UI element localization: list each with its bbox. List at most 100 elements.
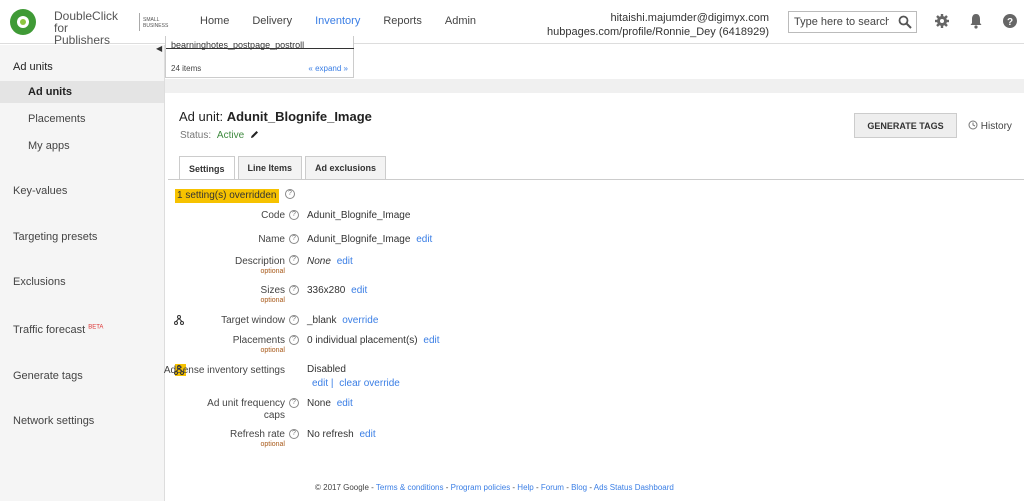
pencil-icon[interactable] [250, 130, 259, 139]
footer: © 2017 Google - Terms & conditions - Pro… [315, 483, 674, 492]
adsense-value: Disabled [307, 364, 346, 375]
nav-delivery[interactable]: Delivery [252, 15, 292, 27]
adsense-actions: edit | clear override [312, 378, 400, 389]
description-value: None [307, 256, 331, 267]
target-window-value: _blank [307, 315, 337, 326]
svg-text:?: ? [1007, 17, 1013, 28]
inheritance-icon [174, 315, 184, 325]
account-info[interactable]: hitaishi.majumder@digimyx.com hubpages.c… [547, 11, 769, 39]
freq-caps-label-line1: Ad unit frequency [207, 398, 285, 409]
footer-link-program-policies[interactable]: Program policies [451, 483, 511, 492]
ad-unit-name: Adunit_Blognife_Image [226, 109, 372, 124]
sizes-edit-link[interactable]: edit [351, 285, 367, 296]
section-divider [165, 79, 1024, 93]
beta-badge: BETA [88, 324, 104, 331]
nav-reports[interactable]: Reports [383, 15, 422, 27]
tab-settings[interactable]: Settings [179, 156, 235, 180]
collapse-sidebar-icon[interactable]: ◀ [156, 44, 162, 53]
logo-subtitle: SMALL BUSINESS [143, 17, 169, 29]
refresh-rate-edit-link[interactable]: edit [359, 429, 375, 440]
tab-baseline [168, 179, 1024, 180]
sidebar: Ad units Ad units Placements My apps Key… [0, 45, 165, 501]
refresh-rate-value: No refresh [307, 429, 354, 440]
tab-bar: Settings Line Items Ad exclusions [179, 156, 389, 180]
tab-line-items[interactable]: Line Items [237, 156, 303, 179]
help-icon[interactable]: ? [289, 255, 299, 265]
top-bar: DoubleClick for Publishers SMALL BUSINES… [0, 0, 1024, 46]
footer-link-help[interactable]: Help [517, 483, 533, 492]
name-label: Name [258, 234, 285, 245]
sidebar-item-ad-units[interactable]: Ad units [0, 81, 164, 103]
sizes-optional: optional [260, 297, 285, 304]
sizes-value: 336x280 [307, 285, 346, 296]
sidebar-item-exclusions[interactable]: Exclusions [0, 276, 164, 288]
sidebar-item-network-settings[interactable]: Network settings [0, 415, 164, 427]
logo-separator [139, 13, 140, 31]
help-icon[interactable]: ? [289, 285, 299, 295]
placements-label: Placements [232, 335, 285, 346]
freq-caps-field: None edit [307, 398, 353, 409]
search-icon[interactable] [898, 15, 912, 29]
placements-field: 0 individual placement(s) edit [307, 335, 440, 346]
sidebar-section-ad-units[interactable]: Ad units [0, 61, 164, 75]
name-edit-link[interactable]: edit [416, 234, 432, 245]
status-label: Status: [180, 130, 212, 141]
target-window-field: _blank override [307, 315, 378, 326]
help-icon[interactable]: ? [1002, 13, 1018, 29]
account-email: hitaishi.majumder@digimyx.com [610, 12, 770, 24]
sidebar-item-traffic-forecast[interactable]: Traffic forecast BETA [0, 324, 164, 336]
help-icon[interactable]: ? [289, 234, 299, 244]
search-input[interactable] [789, 12, 889, 32]
target-window-override-link[interactable]: override [342, 315, 378, 326]
history-link[interactable]: History [968, 120, 1012, 132]
account-network: hubpages.com/profile/Ronnie_Dey (6418929… [547, 26, 769, 38]
history-icon [968, 120, 978, 130]
nav-admin[interactable]: Admin [445, 15, 476, 27]
adsense-edit-link[interactable]: edit | [312, 378, 334, 389]
help-icon[interactable]: ? [289, 210, 299, 220]
help-icon[interactable]: ? [289, 398, 299, 408]
refresh-rate-optional: optional [260, 441, 285, 448]
nav-inventory[interactable]: Inventory [315, 15, 360, 27]
bell-icon[interactable] [968, 13, 984, 29]
footer-link-terms[interactable]: Terms & conditions [376, 483, 444, 492]
footer-link-blog[interactable]: Blog [571, 483, 587, 492]
freq-caps-value: None [307, 398, 331, 409]
description-label: Description [234, 256, 285, 267]
help-icon[interactable]: ? [289, 335, 299, 345]
description-edit-link[interactable]: edit [337, 256, 353, 267]
footer-link-forum[interactable]: Forum [541, 483, 564, 492]
nav-home[interactable]: Home [200, 15, 229, 27]
help-icon[interactable]: ? [285, 189, 295, 199]
expand-link[interactable]: « expand » [308, 64, 348, 73]
description-field: None edit [307, 256, 353, 267]
adsense-clear-override-link[interactable]: clear override [339, 378, 400, 389]
help-icon[interactable]: ? [289, 429, 299, 439]
refresh-rate-field: No refresh edit [307, 429, 376, 440]
dfp-logo[interactable]: DoubleClick for Publishers SMALL BUSINES… [10, 9, 168, 46]
refresh-rate-label: Refresh rate [229, 429, 285, 440]
list-item-border [166, 48, 354, 49]
placements-edit-link[interactable]: edit [423, 335, 439, 346]
history-label: History [980, 121, 1012, 132]
freq-caps-label-line2: caps [263, 410, 285, 421]
code-label: Code [261, 210, 285, 221]
sidebar-item-targeting-presets[interactable]: Targeting presets [0, 231, 164, 243]
target-window-label: Target window [221, 315, 285, 326]
sidebar-item-placements[interactable]: Placements [0, 113, 164, 125]
help-icon[interactable]: ? [289, 315, 299, 325]
freq-caps-edit-link[interactable]: edit [337, 398, 353, 409]
generate-tags-button[interactable]: GENERATE TAGS [854, 113, 957, 138]
page-title: Ad unit: Adunit_Blognife_Image [179, 109, 372, 124]
main-nav: Home Delivery Inventory Reports Admin [200, 15, 499, 27]
placements-optional: optional [260, 347, 285, 354]
footer-link-ads-status[interactable]: Ads Status Dashboard [594, 483, 674, 492]
tab-ad-exclusions[interactable]: Ad exclusions [305, 156, 387, 179]
sidebar-item-key-values[interactable]: Key-values [0, 185, 164, 197]
adsense-label: AdSense inventory settings [163, 365, 285, 376]
gear-icon[interactable] [934, 13, 950, 29]
sidebar-item-generate-tags[interactable]: Generate tags [0, 370, 164, 382]
sizes-label: Sizes [260, 285, 285, 296]
sidebar-item-my-apps[interactable]: My apps [0, 140, 164, 152]
ad-unit-list-card: bearninghotes_postpage_postroll 24 items… [165, 36, 354, 78]
